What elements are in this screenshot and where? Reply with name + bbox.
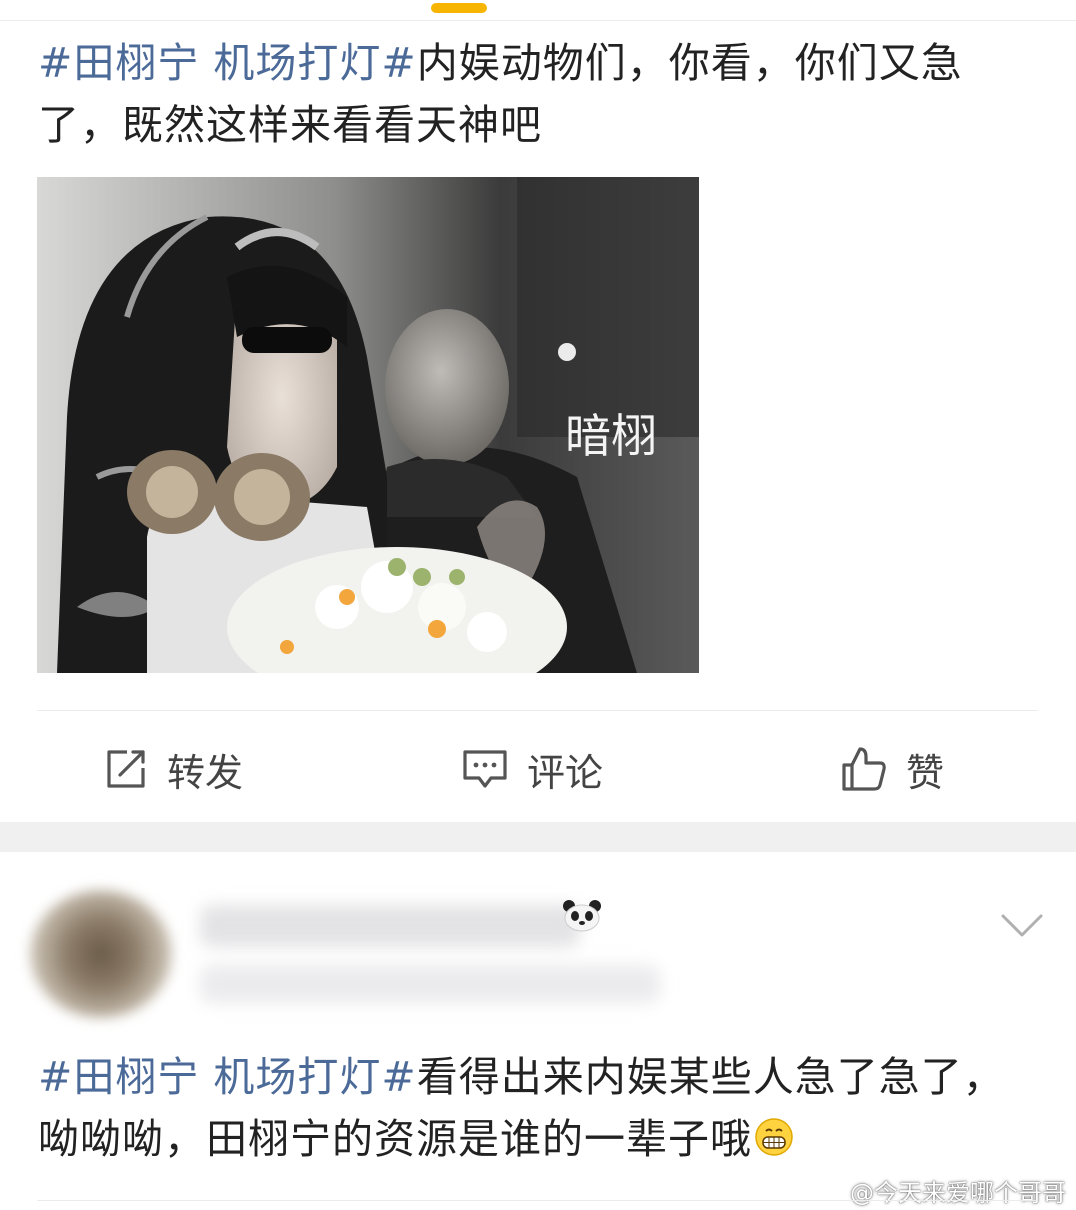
watermark: @今天来爱哪个哥哥 [810,1173,1066,1208]
weibo-feed-screen: #田栩宁 机场打灯#内娱动物们，你看，你们又急了，既然这样来看看天神吧 暗栩 转… [0,0,1076,1210]
post-1-content: #田栩宁 机场打灯#内娱动物们，你看，你们又急了，既然这样来看看天神吧 [38,32,1038,156]
post-1-hashtag-link[interactable]: #田栩宁 机场打灯# [38,39,417,87]
watermark-text: @今天来爱哪个哥哥 [850,1179,1066,1207]
divider [37,710,1038,711]
divider [0,20,1076,21]
share-edit-icon [107,750,145,788]
grin-emoji-icon [755,1118,793,1156]
like-label: 赞 [906,750,945,795]
repost-label: 转发 [167,750,244,795]
photo-overlay-caption: 暗栩 [565,409,657,463]
thumbs-up-icon [842,747,886,791]
post-1-photo[interactable]: 暗栩 [37,177,699,673]
post-2-content: #田栩宁 机场打灯#看得出来内娱某些人急了急了，呦呦呦，田栩宁的资源是谁的一辈子… [38,1046,1038,1170]
username-blurred[interactable] [200,905,580,947]
post-2-hashtag-link[interactable]: #田栩宁 机场打灯# [38,1053,417,1101]
post-meta-blurred [200,965,660,1003]
divider [37,1200,1038,1201]
panda-icon [563,900,601,932]
comment-icon [463,750,507,788]
chevron-down-icon[interactable] [1000,913,1044,939]
avatar[interactable] [30,890,172,1018]
repost-button[interactable]: 转发 [103,742,243,796]
like-button[interactable]: 赞 [840,742,944,796]
scroll-indicator [431,3,487,13]
comment-button[interactable]: 评论 [461,742,603,796]
feed-separator [0,822,1076,852]
comment-label: 评论 [527,750,604,795]
